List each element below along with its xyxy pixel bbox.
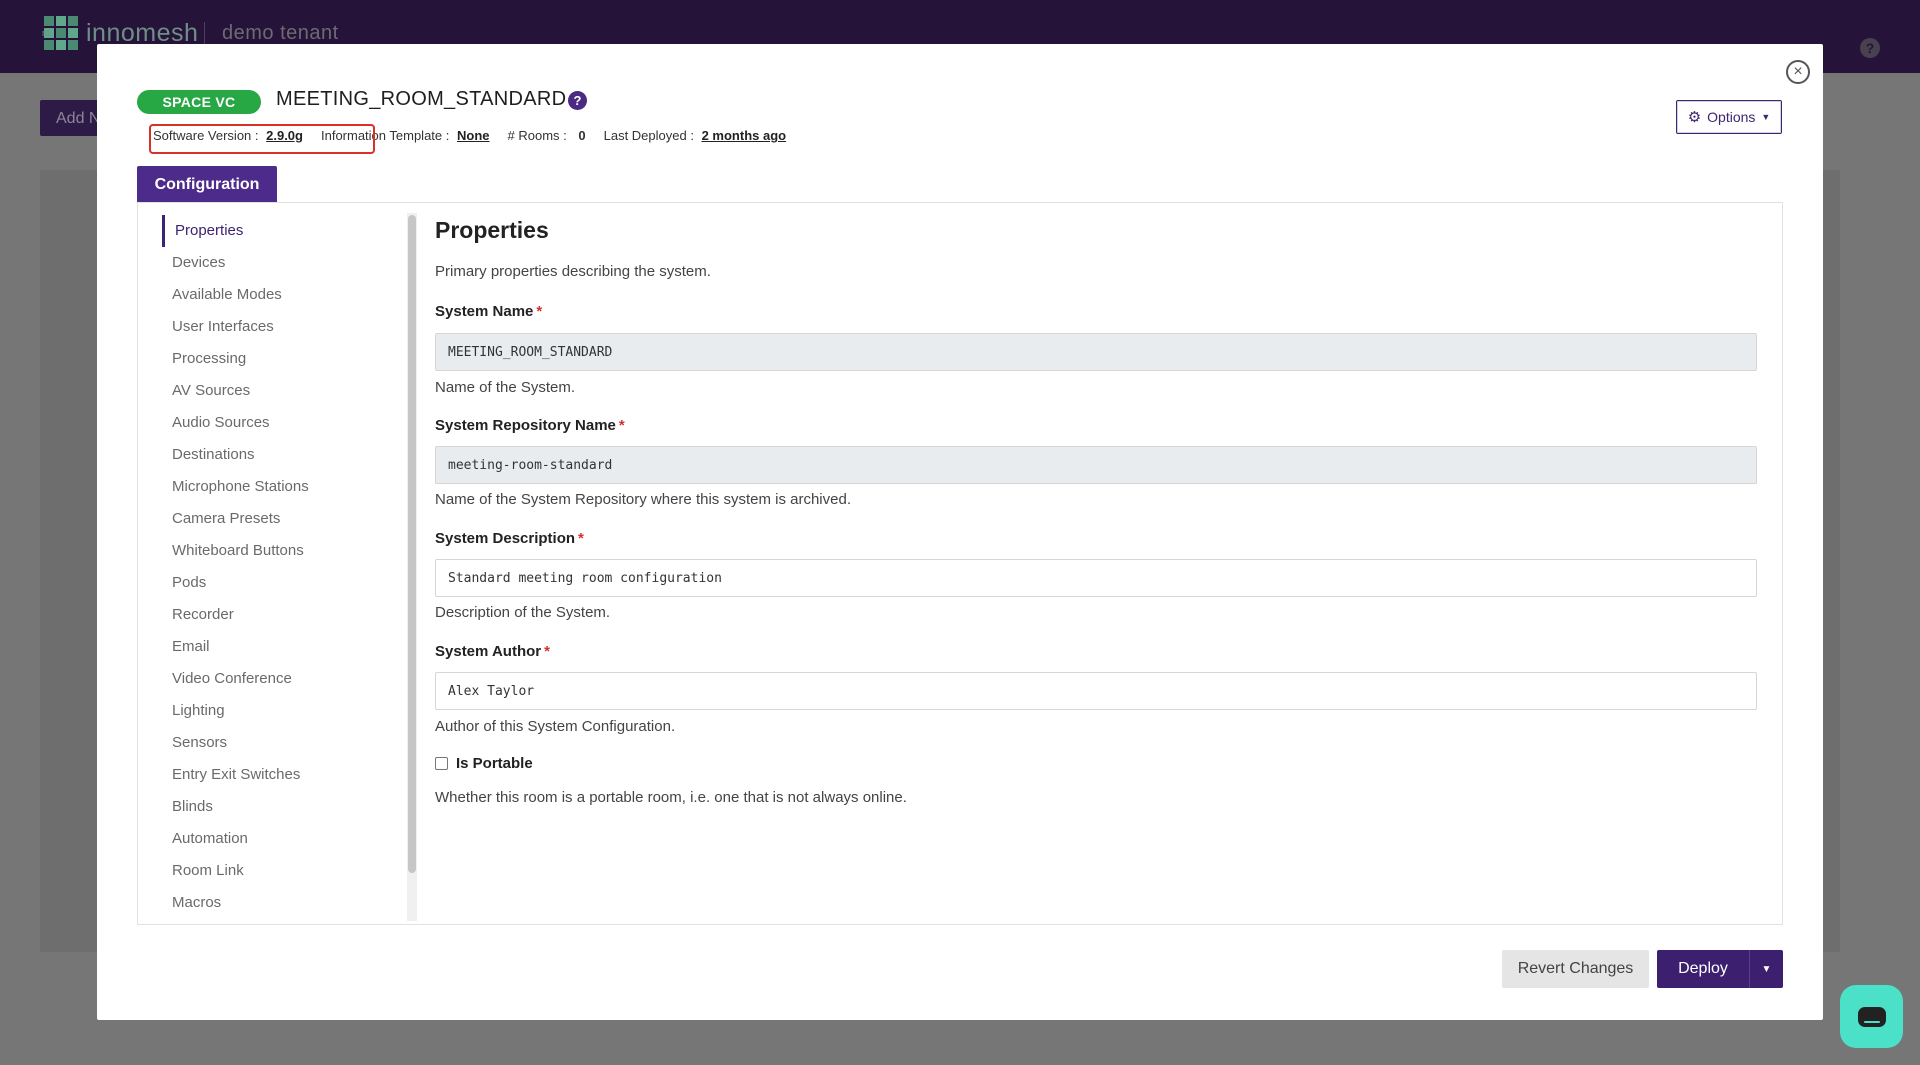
- sidebar-item-destinations[interactable]: Destinations: [162, 439, 422, 471]
- sidebar-item-sensors[interactable]: Sensors: [162, 727, 422, 759]
- required-marker: *: [618, 417, 625, 434]
- sidebar-item-properties[interactable]: Properties: [162, 215, 422, 247]
- system-name-label-text: System Name: [435, 303, 534, 320]
- sidebar-item-camera-presets[interactable]: Camera Presets: [162, 503, 422, 535]
- software-version-link[interactable]: 2.9.0g: [266, 128, 303, 143]
- software-version: Software Version : 2.9.0g: [153, 128, 303, 143]
- sidebar-item-entry-exit-switches[interactable]: Entry Exit Switches: [162, 759, 422, 791]
- system-config-modal: × SPACE VC MEETING_ROOM_STANDARD ? Softw…: [97, 44, 1823, 1020]
- repo-name-label: System Repository Name *: [435, 417, 625, 434]
- deploy-button-group: Deploy ▼: [1657, 950, 1783, 988]
- rooms-value: 0: [578, 128, 586, 143]
- description-label: System Description *: [435, 530, 584, 547]
- sidebar-item-macros[interactable]: Macros: [162, 887, 422, 919]
- sidebar-item-blinds[interactable]: Blinds: [162, 791, 422, 823]
- deploy-button[interactable]: Deploy: [1657, 950, 1749, 988]
- close-icon[interactable]: ×: [1786, 60, 1810, 84]
- sidebar-item-user-interfaces[interactable]: User Interfaces: [162, 311, 422, 343]
- required-marker: *: [536, 303, 543, 320]
- portable-checkbox[interactable]: [435, 757, 448, 770]
- options-button[interactable]: ⚙ Options ▼: [1676, 100, 1782, 134]
- last-deployed-label: Last Deployed :: [603, 128, 694, 143]
- sidebar-item-automation[interactable]: Automation: [162, 823, 422, 855]
- chat-button[interactable]: [1840, 985, 1903, 1048]
- system-meta-row: Software Version : 2.9.0g Information Te…: [153, 128, 804, 143]
- sidebar-item-room-link[interactable]: Room Link: [162, 855, 422, 887]
- portable-label: Is Portable: [456, 755, 533, 772]
- repo-name-field[interactable]: [435, 446, 1757, 484]
- rooms-label: # Rooms :: [507, 128, 567, 143]
- tab-configuration[interactable]: Configuration: [137, 166, 277, 203]
- author-label-text: System Author: [435, 643, 542, 660]
- help-icon[interactable]: ?: [1860, 38, 1880, 58]
- sidebar-item-devices[interactable]: Devices: [162, 247, 422, 279]
- sidebar-item-pods[interactable]: Pods: [162, 567, 422, 599]
- form-title: Properties: [435, 217, 549, 243]
- config-sidebar: Properties Devices Available Modes User …: [162, 215, 422, 919]
- rooms-count: # Rooms : 0: [508, 128, 586, 143]
- sidebar-scrollbar-thumb[interactable]: [408, 215, 416, 873]
- repo-name-help: Name of the System Repository where this…: [435, 491, 851, 508]
- required-marker: *: [544, 643, 550, 660]
- sidebar-item-processing[interactable]: Processing: [162, 343, 422, 375]
- sidebar-item-audio-sources[interactable]: Audio Sources: [162, 407, 422, 439]
- tenant-divider: [204, 22, 205, 46]
- help-icon[interactable]: ?: [568, 91, 587, 110]
- information-template-link[interactable]: None: [457, 128, 490, 143]
- form-subtitle: Primary properties describing the system…: [435, 263, 711, 280]
- caret-down-icon: ▼: [1761, 112, 1771, 122]
- system-type-badge: SPACE VC: [137, 90, 261, 114]
- last-deployed-link[interactable]: 2 months ago: [702, 128, 787, 143]
- configuration-panel: Properties Devices Available Modes User …: [137, 202, 1783, 925]
- author-label: System Author *: [435, 643, 550, 660]
- chat-icon: [1857, 1006, 1886, 1027]
- author-field[interactable]: [435, 672, 1757, 710]
- required-marker: *: [578, 530, 584, 547]
- sidebar-item-lighting[interactable]: Lighting: [162, 695, 422, 727]
- description-field[interactable]: [435, 559, 1757, 597]
- sidebar-item-av-sources[interactable]: AV Sources: [162, 375, 422, 407]
- system-name-field[interactable]: [435, 333, 1757, 371]
- software-version-label: Software Version :: [153, 128, 259, 143]
- system-title: MEETING_ROOM_STANDARD: [276, 88, 567, 110]
- logo-subtext: ro: [42, 28, 51, 38]
- author-help: Author of this System Configuration.: [435, 718, 676, 735]
- sidebar-item-video-conference[interactable]: Video Conference: [162, 663, 422, 695]
- sidebar-item-available-modes[interactable]: Available Modes: [162, 279, 422, 311]
- repo-name-label-text: System Repository Name: [435, 417, 616, 434]
- gear-icon: ⚙: [1687, 109, 1702, 126]
- caret-down-icon[interactable]: ▼: [1749, 950, 1783, 988]
- options-label: Options: [1707, 109, 1756, 125]
- tenant-name[interactable]: demo tenant: [222, 22, 339, 45]
- information-template: Information Template : None: [321, 128, 490, 143]
- description-help: Description of the System.: [435, 604, 611, 621]
- sidebar-item-email[interactable]: Email: [162, 631, 422, 663]
- portable-help: Whether this room is a portable room, i.…: [435, 789, 907, 806]
- description-label-text: System Description: [435, 530, 576, 547]
- sidebar-item-whiteboard-buttons[interactable]: Whiteboard Buttons: [162, 535, 422, 567]
- portable-row: Is Portable: [435, 755, 533, 772]
- last-deployed: Last Deployed : 2 months ago: [604, 128, 786, 143]
- system-name-help: Name of the System.: [435, 379, 576, 396]
- sidebar-item-microphone-stations[interactable]: Microphone Stations: [162, 471, 422, 503]
- system-name-label: System Name *: [435, 303, 542, 320]
- revert-changes-button[interactable]: Revert Changes: [1502, 950, 1649, 988]
- sidebar-item-recorder[interactable]: Recorder: [162, 599, 422, 631]
- information-template-label: Information Template :: [320, 128, 450, 143]
